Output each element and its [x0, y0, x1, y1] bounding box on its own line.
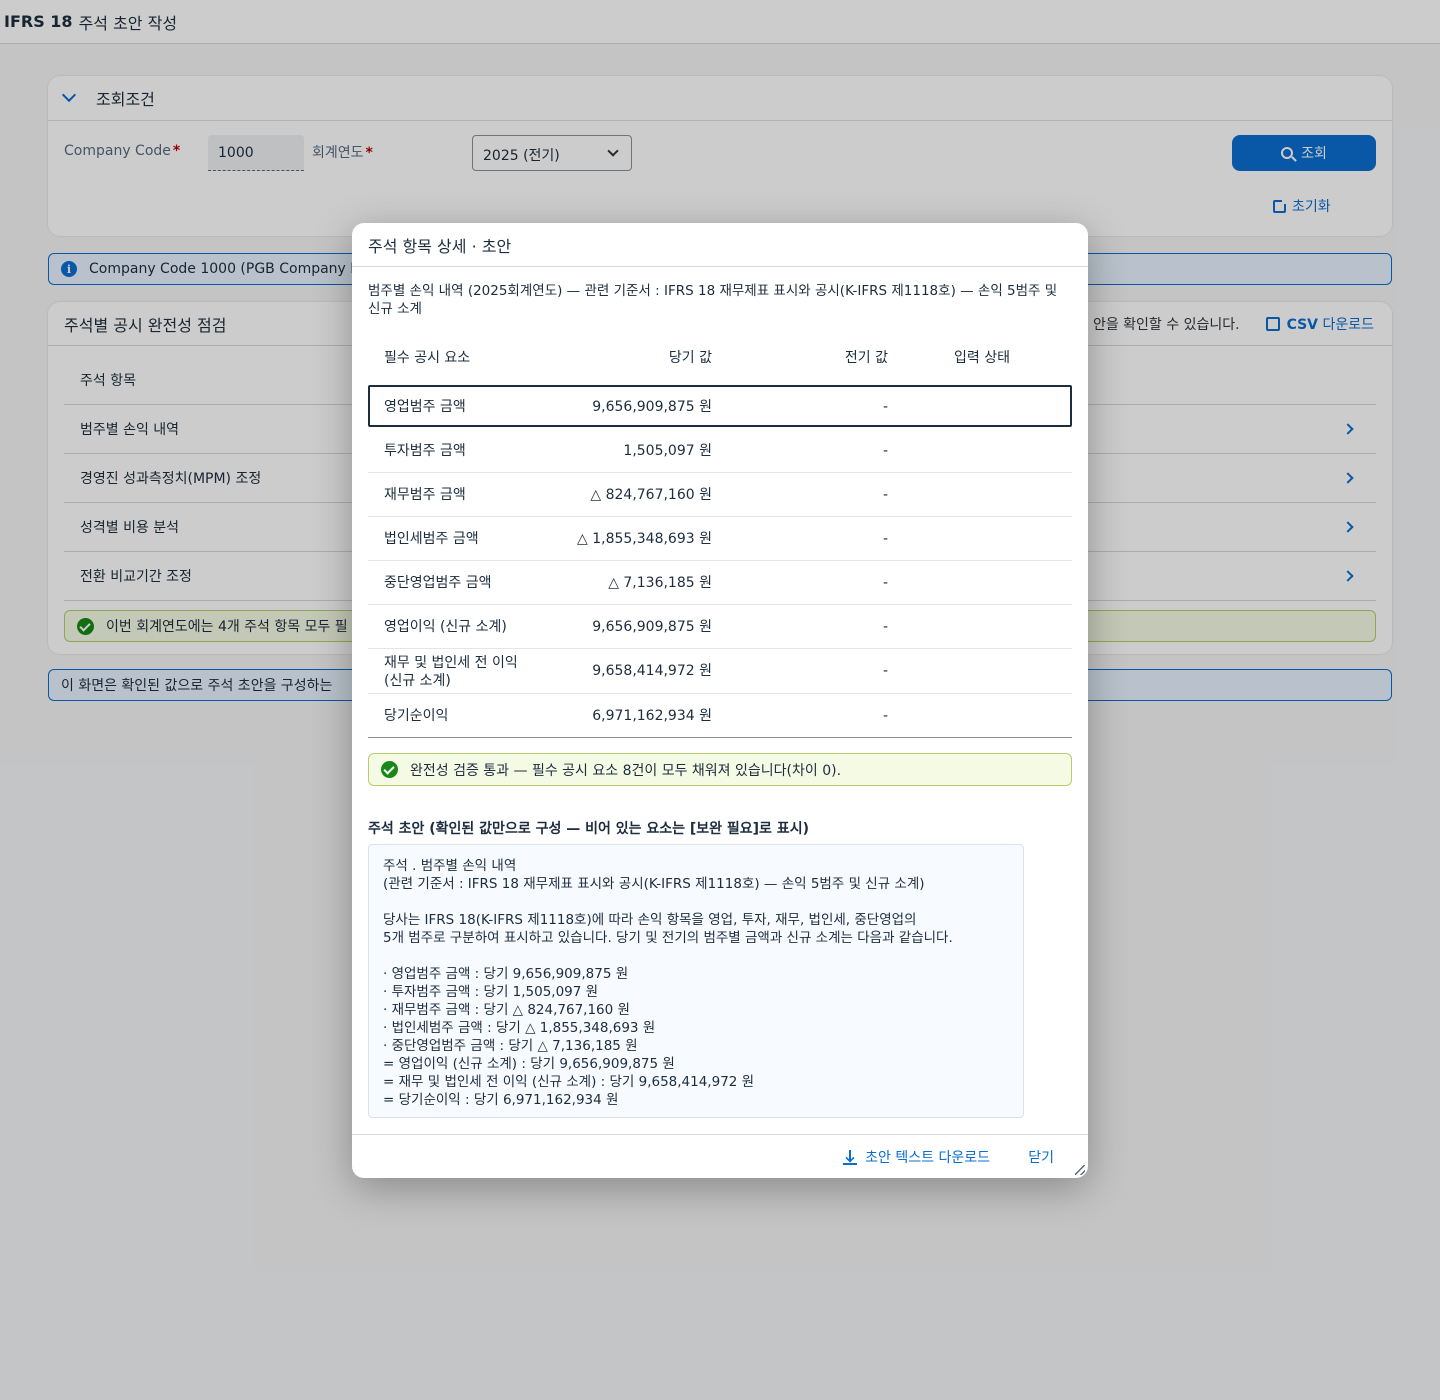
close-button[interactable]: 닫기 [1028, 1147, 1054, 1167]
cell-prior: - [882, 575, 888, 591]
cell-prior: - [882, 443, 888, 459]
dialog-description: 범주별 손익 내역 (2025회계연도) — 관련 기준서 : IFRS 18 … [368, 283, 1058, 317]
draft-section-title: 주석 초안 (확인된 값만으로 구성 — 비어 있는 요소는 [보완 필요]로 … [368, 821, 809, 837]
dialog-footer: 초안 텍스트 다운로드 닫기 [352, 1134, 1088, 1178]
check-circle-icon [381, 761, 398, 778]
cell-element: 법인세범주 금액 [384, 531, 479, 547]
cell-prior: - [882, 399, 888, 415]
draft-text-area[interactable]: 주석 . 범주별 손익 내역 (관련 기준서 : IFRS 18 재무제표 표시… [368, 844, 1024, 1118]
cell-element: 영업범주 금액 [384, 399, 466, 415]
cell-current: 1,505,097 원 [623, 443, 712, 459]
table-row[interactable]: 영업범주 금액 9,656,909,875 원 - [368, 385, 1072, 427]
cell-current: △ 1,855,348,693 원 [577, 531, 712, 547]
validation-success-message: 완전성 검증 통과 — 필수 공시 요소 8건이 모두 채워져 있습니다(차이 … [368, 753, 1072, 786]
dialog-header: 주석 항목 상세 · 초안 [352, 223, 1088, 267]
table-row[interactable]: 중단영업범주 금액 △ 7,136,185 원 - [368, 561, 1072, 605]
column-header-current: 당기 값 [668, 350, 712, 366]
validation-success-text: 완전성 검증 통과 — 필수 공시 요소 8건이 모두 채워져 있습니다(차이 … [410, 762, 842, 779]
cell-prior: - [882, 487, 888, 503]
download-draft-label: 초안 텍스트 다운로드 [865, 1150, 990, 1166]
cell-current: 9,658,414,972 원 [592, 663, 712, 679]
table-row[interactable]: 영업이익 (신규 소계) 9,656,909,875 원 - [368, 605, 1072, 649]
cell-element: 재무 및 법인세 전 이익 (신규 소계) [384, 655, 518, 689]
cell-current: 6,971,162,934 원 [592, 708, 712, 724]
column-header-prior: 전기 값 [844, 350, 888, 366]
cell-current: △ 7,136,185 원 [608, 575, 712, 591]
resize-handle-icon[interactable] [1075, 1165, 1085, 1175]
table-row[interactable]: 재무 및 법인세 전 이익 (신규 소계) 9,658,414,972 원 - [368, 649, 1072, 694]
cell-element: 중단영업범주 금액 [384, 575, 492, 591]
download-draft-button[interactable]: 초안 텍스트 다운로드 [843, 1147, 990, 1167]
table-row[interactable]: 법인세범주 금액 △ 1,855,348,693 원 - [368, 517, 1072, 561]
cell-prior: - [882, 708, 888, 724]
column-header-element: 필수 공시 요소 [384, 350, 471, 366]
dialog-title: 주석 항목 상세 · 초안 [368, 236, 512, 256]
table-row[interactable]: 재무범주 금액 △ 824,767,160 원 - [368, 473, 1072, 517]
cell-current: △ 824,767,160 원 [590, 487, 712, 503]
table-header-row: 필수 공시 요소 당기 값 전기 값 입력 상태 [368, 335, 1072, 385]
column-header-status: 입력 상태 [954, 350, 1010, 366]
cell-current: 9,656,909,875 원 [592, 399, 712, 415]
cell-prior: - [882, 619, 888, 635]
cell-element: 영업이익 (신규 소계) [384, 619, 507, 635]
cell-prior: - [882, 531, 888, 547]
cell-element: 재무범주 금액 [384, 487, 466, 503]
download-icon [843, 1149, 858, 1165]
cell-element: 당기순이익 [384, 708, 449, 724]
table-row[interactable]: 당기순이익 6,971,162,934 원 - [368, 694, 1072, 738]
note-detail-dialog: 주석 항목 상세 · 초안 범주별 손익 내역 (2025회계연도) — 관련 … [352, 223, 1088, 1178]
disclosure-table: 필수 공시 요소 당기 값 전기 값 입력 상태 영업범주 금액 9,656,9… [368, 335, 1072, 738]
cell-prior: - [882, 663, 888, 679]
table-row[interactable]: 투자범주 금액 1,505,097 원 - [368, 429, 1072, 473]
cell-element: 투자범주 금액 [384, 443, 466, 459]
cell-current: 9,656,909,875 원 [592, 619, 712, 635]
